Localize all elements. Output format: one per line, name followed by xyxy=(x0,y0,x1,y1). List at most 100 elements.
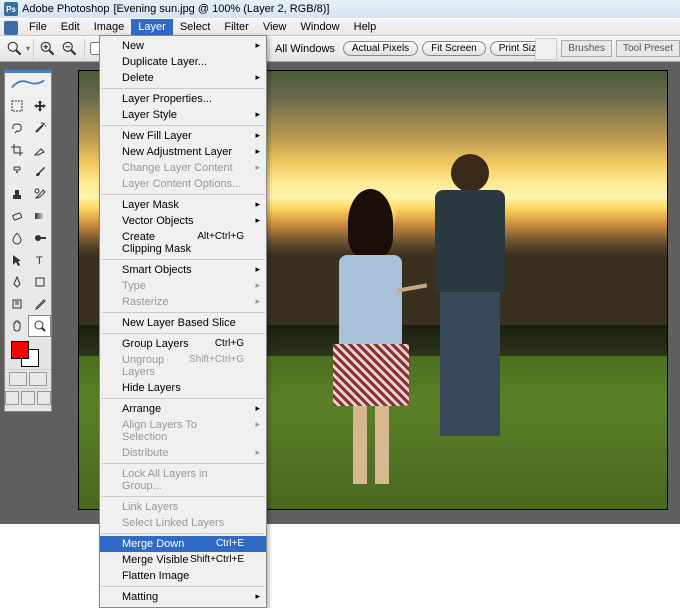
type-tool[interactable]: T xyxy=(28,249,51,271)
gradient-tool[interactable] xyxy=(28,205,51,227)
quickmask-mode-button[interactable] xyxy=(29,372,47,386)
menu-item-new[interactable]: New xyxy=(100,38,266,54)
actual-pixels-button[interactable]: Actual Pixels xyxy=(343,41,418,56)
menu-file[interactable]: File xyxy=(22,19,54,35)
path-selection-tool[interactable] xyxy=(5,249,28,271)
menu-item-label: Flatten Image xyxy=(122,570,189,582)
menu-item-arrange[interactable]: Arrange xyxy=(100,401,266,417)
clone-stamp-tool[interactable] xyxy=(5,183,28,205)
menu-item-new-adjustment-layer[interactable]: New Adjustment Layer xyxy=(100,144,266,160)
toolbox-header-icon[interactable] xyxy=(5,73,51,95)
menu-item-new-fill-layer[interactable]: New Fill Layer xyxy=(100,128,266,144)
menu-item-label: Distribute xyxy=(122,447,168,459)
zoom-out-icon[interactable] xyxy=(60,39,80,59)
menu-separator xyxy=(101,125,265,126)
menu-item-hide-layers[interactable]: Hide Layers xyxy=(100,380,266,396)
menu-item-shortcut: Ctrl+G xyxy=(215,338,244,350)
menu-item-flatten-image[interactable]: Flatten Image xyxy=(100,568,266,584)
menu-help[interactable]: Help xyxy=(347,19,384,35)
menu-separator xyxy=(101,312,265,313)
standard-mode-button[interactable] xyxy=(9,372,27,386)
brush-tool[interactable] xyxy=(28,161,51,183)
screen-mode-full-button[interactable] xyxy=(37,391,51,405)
menu-item-label: Change Layer Content xyxy=(122,162,233,174)
eraser-tool[interactable] xyxy=(5,205,28,227)
dodge-tool[interactable] xyxy=(28,227,51,249)
menu-window[interactable]: Window xyxy=(294,19,347,35)
dropdown-arrow-icon[interactable]: ▾ xyxy=(26,44,30,53)
menu-item-align-layers-to-selection: Align Layers To Selection xyxy=(100,417,266,445)
pen-tool[interactable] xyxy=(5,271,28,293)
menu-separator xyxy=(101,463,265,464)
palette-well-icon[interactable] xyxy=(535,38,557,60)
menu-select[interactable]: Select xyxy=(173,19,218,35)
menu-separator xyxy=(101,533,265,534)
menu-item-new-layer-based-slice[interactable]: New Layer Based Slice xyxy=(100,315,266,331)
magic-wand-tool[interactable] xyxy=(28,117,51,139)
zoom-tool[interactable] xyxy=(28,315,51,337)
menu-item-group-layers[interactable]: Group LayersCtrl+G xyxy=(100,336,266,352)
menu-item-label: Layer Mask xyxy=(122,199,179,211)
menu-item-duplicate-layer[interactable]: Duplicate Layer... xyxy=(100,54,266,70)
menu-edit[interactable]: Edit xyxy=(54,19,87,35)
menu-item-label: Rasterize xyxy=(122,296,168,308)
menu-bar: FileEditImageLayerSelectFilterViewWindow… xyxy=(0,18,680,36)
menu-item-label: Select Linked Layers xyxy=(122,517,224,529)
crop-tool[interactable] xyxy=(5,139,28,161)
fit-screen-button[interactable]: Fit Screen xyxy=(422,41,486,56)
menu-item-layer-mask[interactable]: Layer Mask xyxy=(100,197,266,213)
menu-item-create-clipping-mask[interactable]: Create Clipping MaskAlt+Ctrl+G xyxy=(100,229,266,257)
move-tool[interactable] xyxy=(28,95,51,117)
blur-tool[interactable] xyxy=(5,227,28,249)
zoom-in-icon[interactable] xyxy=(38,39,58,59)
app-menu-icon[interactable] xyxy=(4,21,18,35)
menu-item-delete[interactable]: Delete xyxy=(100,70,266,86)
eyedropper-tool[interactable] xyxy=(28,293,51,315)
foreground-color-swatch[interactable] xyxy=(11,341,29,359)
menu-item-shortcut: Ctrl+E xyxy=(216,538,244,550)
menu-filter[interactable]: Filter xyxy=(217,19,255,35)
menu-item-label: Merge Visible xyxy=(122,554,188,566)
menu-layer[interactable]: Layer xyxy=(131,19,173,35)
menu-item-layer-style[interactable]: Layer Style xyxy=(100,107,266,123)
separator xyxy=(33,39,34,59)
menu-item-matting[interactable]: Matting xyxy=(100,589,266,605)
lasso-tool[interactable] xyxy=(5,117,28,139)
menu-item-select-linked-layers: Select Linked Layers xyxy=(100,515,266,531)
menu-item-label: Smart Objects xyxy=(122,264,192,276)
history-brush-tool[interactable] xyxy=(28,183,51,205)
menu-item-label: Lock All Layers in Group... xyxy=(122,468,244,492)
brushes-panel-tab[interactable]: Brushes xyxy=(561,40,612,57)
menu-item-smart-objects[interactable]: Smart Objects xyxy=(100,262,266,278)
screen-mode-full-menubar-button[interactable] xyxy=(21,391,35,405)
separator xyxy=(84,39,85,59)
menu-item-label: Arrange xyxy=(122,403,161,415)
menu-separator xyxy=(101,586,265,587)
shape-tool[interactable] xyxy=(28,271,51,293)
notes-tool[interactable] xyxy=(5,293,28,315)
menu-item-layer-properties[interactable]: Layer Properties... xyxy=(100,91,266,107)
zoom-tool-preset-icon[interactable] xyxy=(5,39,25,59)
slice-tool[interactable] xyxy=(28,139,51,161)
menu-item-label: New Layer Based Slice xyxy=(122,317,236,329)
menu-item-label: New xyxy=(122,40,144,52)
menu-item-type: Type xyxy=(100,278,266,294)
screen-mode-standard-button[interactable] xyxy=(5,391,19,405)
menu-item-merge-down[interactable]: Merge DownCtrl+E xyxy=(100,536,266,552)
tool-presets-panel-tab[interactable]: Tool Preset xyxy=(616,40,680,57)
healing-brush-tool[interactable] xyxy=(5,161,28,183)
menu-item-label: Layer Style xyxy=(122,109,177,121)
menu-item-merge-visible[interactable]: Merge VisibleShift+Ctrl+E xyxy=(100,552,266,568)
menu-item-label: Create Clipping Mask xyxy=(122,231,197,255)
menu-separator xyxy=(101,88,265,89)
hand-tool[interactable] xyxy=(5,315,28,337)
menu-item-label: Layer Content Options... xyxy=(122,178,241,190)
doc-title: [Evening sun.jpg @ 100% (Layer 2, RGB/8)… xyxy=(113,3,329,15)
marquee-tool[interactable] xyxy=(5,95,28,117)
menu-view[interactable]: View xyxy=(256,19,294,35)
menu-image[interactable]: Image xyxy=(87,19,132,35)
app-title: Adobe Photoshop xyxy=(22,3,109,15)
menu-item-label: New Adjustment Layer xyxy=(122,146,232,158)
menu-item-vector-objects[interactable]: Vector Objects xyxy=(100,213,266,229)
menu-item-rasterize: Rasterize xyxy=(100,294,266,310)
